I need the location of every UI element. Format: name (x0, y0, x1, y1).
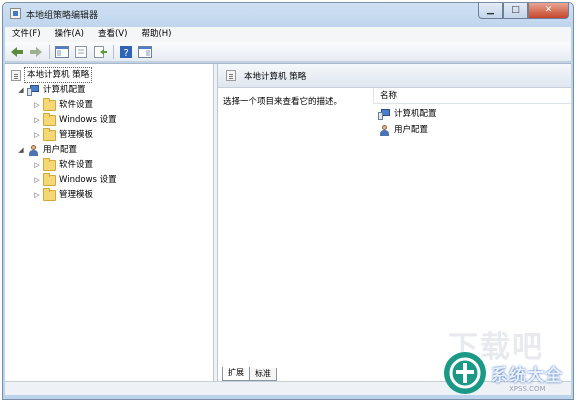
collapsed-triangle-icon[interactable]: ▷ (33, 158, 41, 172)
tree-item-label: 计算机配置 (43, 85, 86, 95)
details-header: 本地计算机 策略 (218, 64, 571, 88)
user-icon (378, 124, 391, 136)
tree-item-software-settings[interactable]: ▷ 软件设置 (33, 157, 94, 172)
menu-view[interactable]: 查看(V) (91, 27, 134, 42)
policy-icon (226, 70, 236, 81)
collapsed-triangle-icon[interactable]: ▷ (33, 113, 41, 127)
window-title: 本地组策略编辑器 (26, 11, 99, 21)
svg-text:?: ? (124, 48, 129, 58)
collapsed-triangle-icon[interactable]: ▷ (33, 98, 41, 112)
tree-item-windows-settings[interactable]: ▷ Windows 设置 (33, 172, 117, 187)
watermark-text: 系统大全 (491, 366, 563, 386)
folder-icon (43, 187, 56, 201)
tree-pane: 本地计算机 策略 ◢ 计算机配置 ▷ 软件设置 ▷ Windows 设置 ▷ 管… (5, 64, 214, 383)
toolbar-separator (49, 44, 50, 59)
tree-item-label: 管理模板 (59, 190, 94, 200)
show-hide-tree-icon[interactable] (54, 45, 70, 59)
view-tabs: 扩展 标准 (222, 367, 277, 381)
watermark-site: XPSS.COM (509, 385, 546, 393)
computer-icon (27, 84, 40, 96)
tree-item-user-config[interactable]: ◢ 用户配置 (17, 143, 77, 157)
column-header-name[interactable]: 名称 (373, 88, 571, 104)
tree-root-label: 本地计算机 策略 (24, 67, 93, 83)
tree-item-computer-config[interactable]: ◢ 计算机配置 (17, 83, 86, 97)
tree-item-label: 管理模板 (59, 130, 94, 140)
tree-item-admin-templates[interactable]: ▷ 管理模板 (33, 187, 94, 202)
user-icon (27, 144, 40, 156)
folder-icon (43, 112, 56, 126)
list-item-label: 计算机配置 (394, 109, 437, 119)
tree-item-windows-settings[interactable]: ▷ Windows 设置 (33, 112, 117, 127)
folder-icon (43, 97, 56, 111)
tab-extended[interactable]: 扩展 (222, 367, 250, 381)
policy-icon (11, 69, 21, 81)
tree-item-label: 软件设置 (59, 100, 94, 110)
list-item-label: 用户配置 (394, 125, 429, 135)
menu-bar: 文件(F) 操作(A) 查看(V) 帮助(H) (5, 27, 571, 42)
details-title: 本地计算机 策略 (244, 71, 307, 82)
watermark-big-text: 下载吧 (448, 330, 544, 365)
forward-arrow-icon[interactable] (28, 45, 44, 59)
description-text: 选择一个项目来查看它的描述。 (223, 97, 343, 107)
minimize-button[interactable]: ▁ (478, 3, 503, 19)
title-bar: 本地组策略编辑器 ▁ □ ✕ (3, 3, 573, 25)
properties-icon[interactable] (73, 45, 89, 59)
help-icon[interactable]: ? (118, 45, 134, 59)
folder-icon (43, 127, 56, 141)
tree-item-label: 用户配置 (43, 145, 78, 155)
folder-icon (43, 172, 56, 186)
folder-icon (43, 157, 56, 171)
tree-root[interactable]: 本地计算机 策略 (11, 67, 93, 83)
tab-standard[interactable]: 标准 (249, 368, 277, 381)
tree-item-label: Windows 设置 (59, 115, 117, 125)
toolbar-separator (113, 44, 114, 59)
app-icon (10, 8, 21, 19)
close-button[interactable]: ✕ (528, 3, 569, 19)
menu-file[interactable]: 文件(F) (5, 27, 48, 42)
list-item-computer-config[interactable]: 计算机配置 (378, 107, 437, 121)
list-item-user-config[interactable]: 用户配置 (378, 123, 428, 137)
tree-item-label: Windows 设置 (59, 175, 117, 185)
tree-item-software-settings[interactable]: ▷ 软件设置 (33, 97, 94, 112)
collapsed-triangle-icon[interactable]: ▷ (33, 188, 41, 202)
menu-action[interactable]: 操作(A) (48, 27, 91, 42)
show-hide-action-pane-icon[interactable] (137, 45, 153, 59)
expanded-triangle-icon[interactable]: ◢ (17, 143, 25, 157)
maximize-button[interactable]: □ (503, 3, 528, 19)
status-bar (5, 381, 571, 395)
tree-item-label: 软件设置 (59, 160, 94, 170)
collapsed-triangle-icon[interactable]: ▷ (33, 173, 41, 187)
menu-help[interactable]: 帮助(H) (134, 27, 178, 42)
tree-item-admin-templates[interactable]: ▷ 管理模板 (33, 127, 94, 142)
back-arrow-icon[interactable] (9, 45, 25, 59)
computer-icon (378, 108, 391, 120)
toolbar: ? (5, 42, 571, 62)
expanded-triangle-icon[interactable]: ◢ (17, 83, 25, 97)
collapsed-triangle-icon[interactable]: ▷ (33, 128, 41, 142)
export-list-icon[interactable] (92, 45, 108, 59)
